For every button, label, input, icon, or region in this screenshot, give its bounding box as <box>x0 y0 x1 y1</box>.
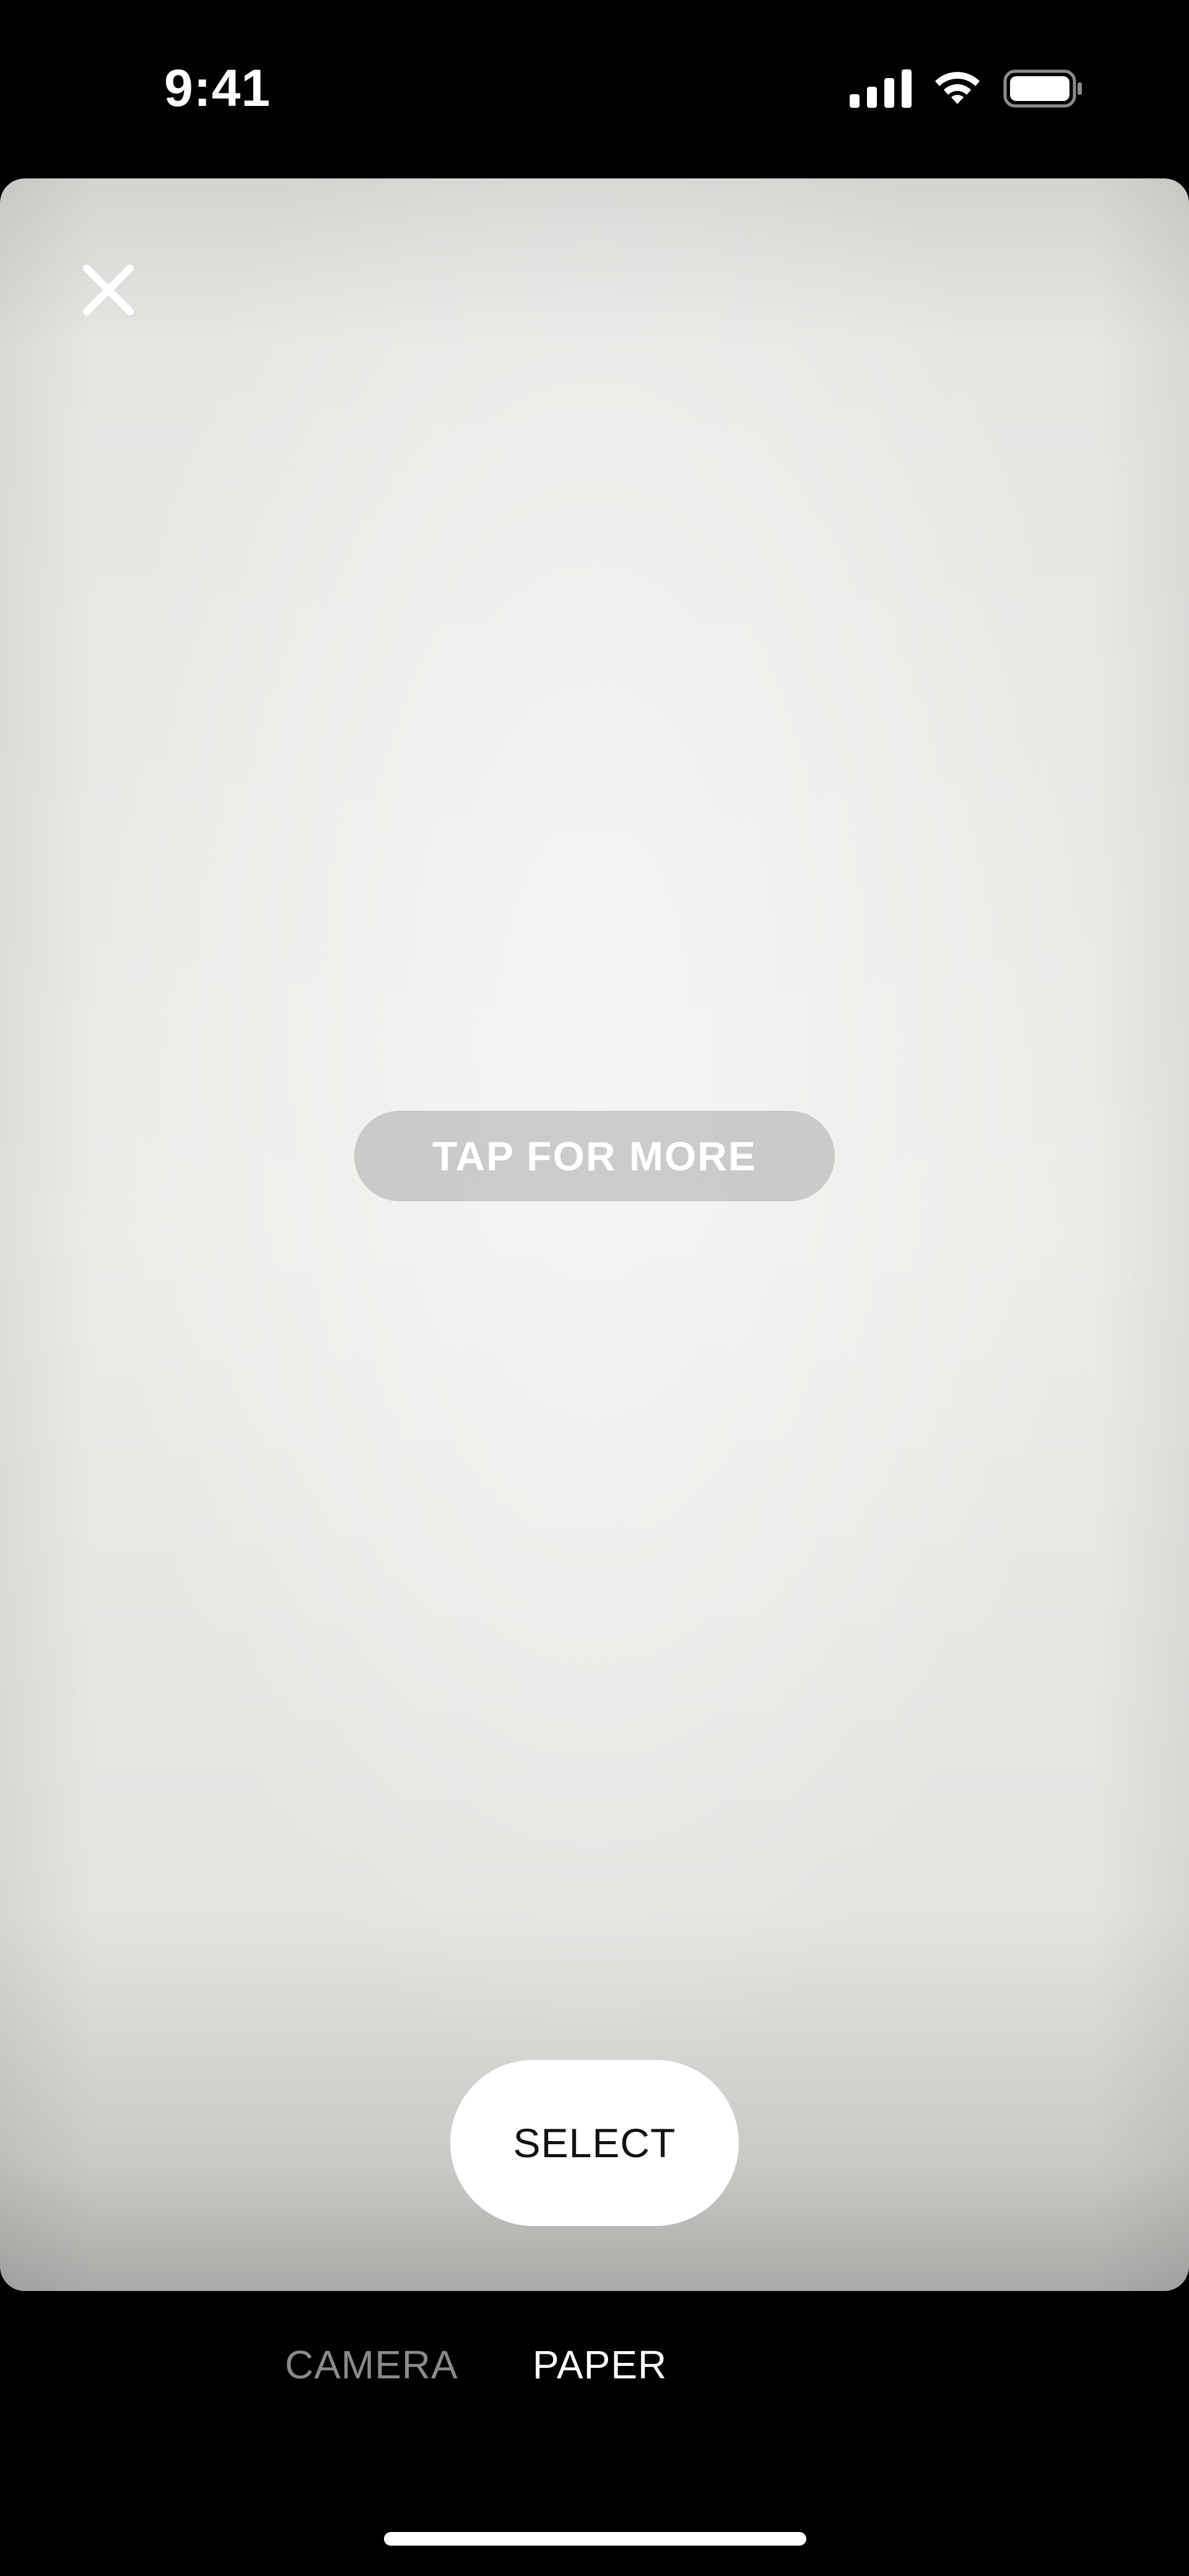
tap-for-more-label: TAP FOR MORE <box>432 1133 757 1179</box>
wifi-icon <box>930 68 985 112</box>
cellular-signal-icon <box>850 69 912 111</box>
tap-for-more-button[interactable]: TAP FOR MORE <box>354 1111 835 1201</box>
tab-camera[interactable]: CAMERA <box>285 2337 458 2393</box>
home-indicator[interactable] <box>384 2532 806 2546</box>
status-time: 9:41 <box>164 59 271 117</box>
status-icons <box>850 68 1084 112</box>
tab-paper[interactable]: PAPER <box>533 2337 667 2393</box>
select-button[interactable]: SELECT <box>450 2060 739 2226</box>
select-button-label: SELECT <box>513 2120 676 2166</box>
close-icon <box>83 265 134 315</box>
battery-icon <box>1003 69 1084 111</box>
paper-preview[interactable]: TAP FOR MORE SELECT <box>0 178 1189 2291</box>
close-button[interactable] <box>77 259 139 321</box>
app-screen: 9:41 TAP FOR MORE SELECT CAMERA PAPER <box>0 0 1189 2576</box>
paper-texture <box>0 178 1189 2291</box>
